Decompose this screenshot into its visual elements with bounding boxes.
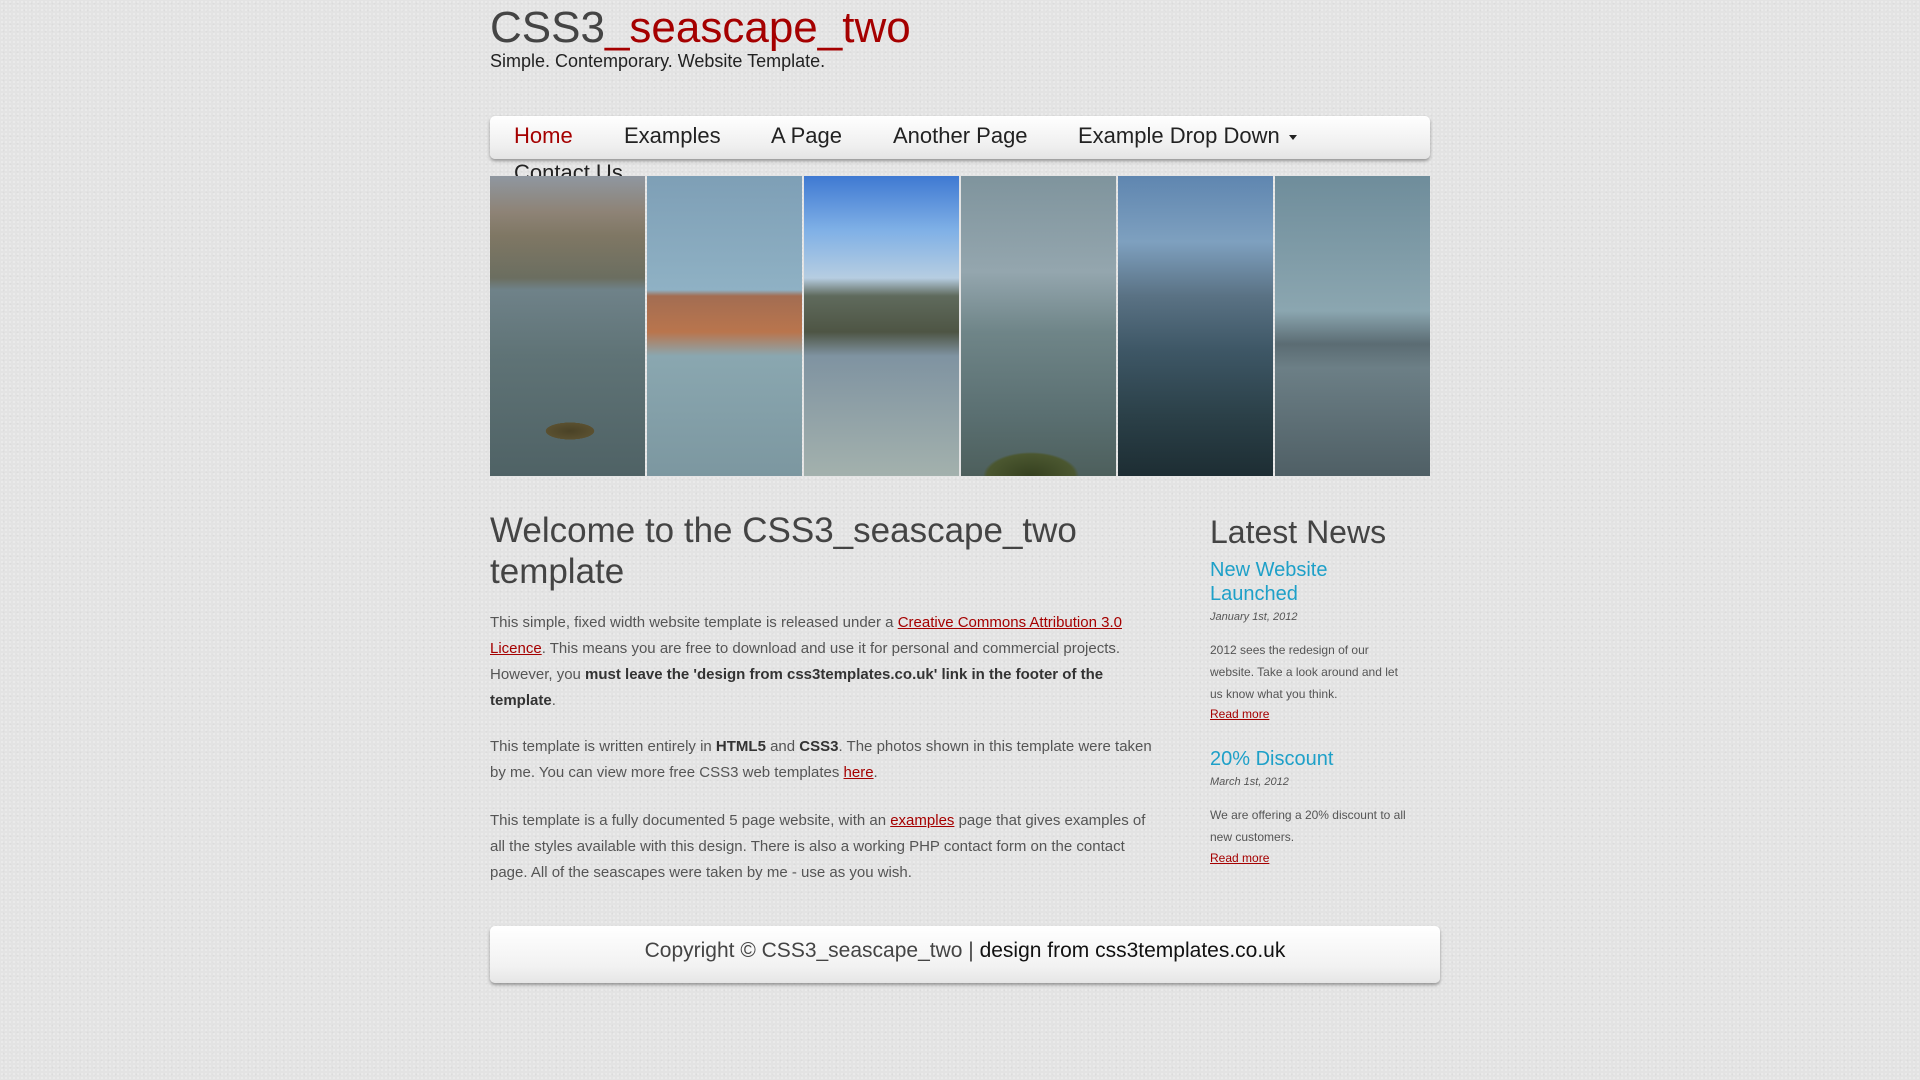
text: This template is a fully documented 5 pa… [490,812,891,829]
banner-slideshow [490,176,1430,476]
menu-item-label: Example Drop Down [1078,123,1280,148]
text: . [551,692,556,709]
read-more-link[interactable]: Read more [1210,707,1269,721]
news-body: 2012 sees the redesign of our website. T… [1210,643,1398,701]
menu-item-examples[interactable]: Examples [624,116,721,156]
news-body: We are offering a 20% discount to all ne… [1210,808,1406,844]
menu-item-a-page[interactable]: A Page [771,116,842,156]
copyright-text: Copyright © CSS3_seascape_two | [644,939,980,962]
text: This template is written entirely in [490,738,716,755]
design-credit-link[interactable]: design from css3templates.co.uk [980,939,1286,962]
site-title[interactable]: CSS3_seascape_two [490,2,911,54]
here-link[interactable]: here [844,764,874,781]
news-title: 20% Discount [1210,748,1334,770]
site-title-part2: _seascape_two [604,3,911,52]
seascape-image [490,176,645,476]
features-paragraph: This template is a fully documented 5 pa… [490,808,1160,886]
seascape-image [804,176,959,476]
read-more-link[interactable]: Read more [1210,851,1269,865]
site-slogan: Simple. Contemporary. Website Template. [490,51,826,71]
dropdown-caret-icon [1288,134,1297,140]
footer: Copyright © CSS3_seascape_two | design f… [490,926,1440,983]
seascape-image [961,176,1116,476]
text: This simple, fixed width website templat… [490,614,898,631]
bold-text: HTML5 [715,738,766,755]
seascape-image [1275,176,1430,476]
main-menu: Home Examples A Page Another Page Exampl… [490,116,1430,159]
page-title: Welcome to the CSS3_seascape_two templat… [490,511,1077,591]
text: and [765,738,800,755]
seascape-image [1118,176,1273,476]
menu-item-contact-us[interactable]: Contact Us [514,160,623,176]
news-date: March 1st, 2012 [1210,776,1289,788]
site-title-part1: CSS3 [490,3,605,52]
intro-paragraph: This simple, fixed width website templat… [490,610,1160,714]
menu-item-home[interactable]: Home [514,116,573,156]
menu-item-another-page[interactable]: Another Page [893,116,1028,156]
seascape-image [647,176,802,476]
news-title: New Website Launched [1210,559,1328,605]
news-date: January 1st, 2012 [1210,611,1298,623]
bold-text: CSS3 [799,738,839,755]
text: . [873,764,878,781]
tech-paragraph: This template is written entirely in HTM… [490,734,1160,786]
latest-news-heading: Latest News [1210,514,1387,550]
menu-item-example-drop-down[interactable]: Example Drop Down [1078,116,1297,156]
examples-link[interactable]: examples [890,812,954,829]
